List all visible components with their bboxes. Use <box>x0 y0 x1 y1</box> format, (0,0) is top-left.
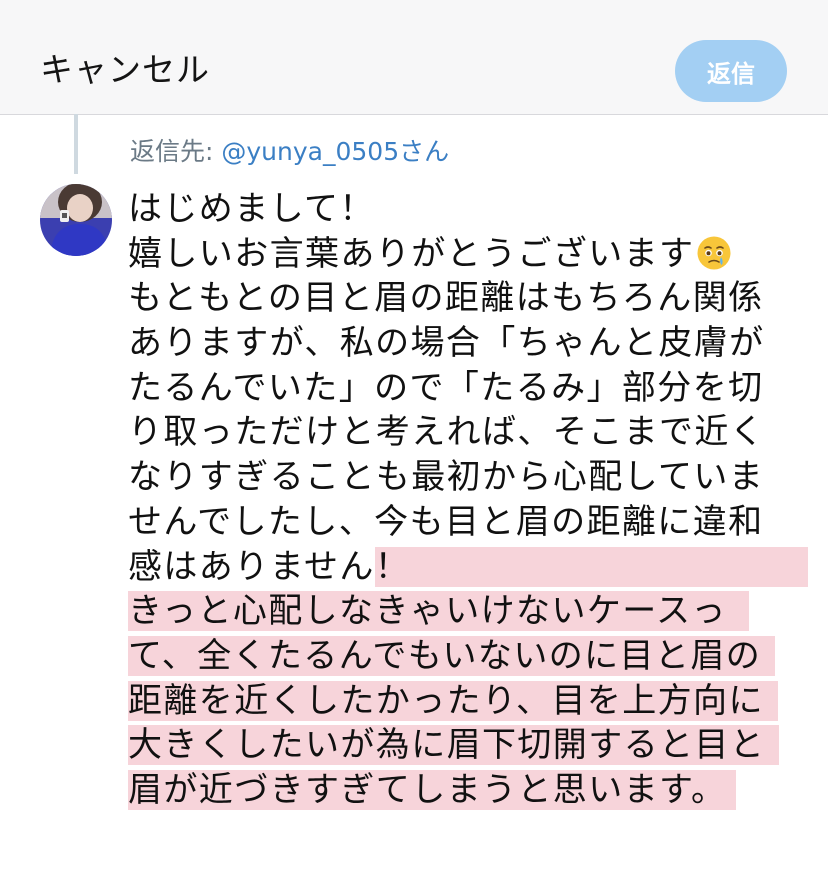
tweet-line: せんでしたし、今も目と眉の距離に違和 <box>128 501 764 542</box>
tweet-line: り取っただけと考えれば、そこまで近く <box>128 412 766 453</box>
reply-button[interactable]: 返信 <box>675 40 787 102</box>
tweet-line: もともとの目と眉の距離はもちろん関係 <box>128 278 764 319</box>
thread-connector-line <box>74 114 78 174</box>
reply-to-label: 返信先: @yunya_0505さん <box>130 135 449 169</box>
tweet-line-highlighted: きっと心配しなきゃいけないケースっ <box>128 589 788 634</box>
user-avatar-photo-icon <box>40 184 112 256</box>
highlighted-text: 大きくしたいが為に眉下切開すると目と <box>128 725 780 766</box>
face-holding-back-tears-emoji-icon <box>697 236 731 270</box>
tweet-text[interactable]: はじめまして！ 嬉しいお言葉ありがとうございます もともとの目と眉の距離はもちろ… <box>128 187 809 813</box>
tweet-line-highlighted: 眉が近づきすぎてしまうと思います。 <box>128 768 788 813</box>
highlighted-text: て、全くたるんでもいないのに目と眉の <box>128 635 776 676</box>
reply-to-handle-link[interactable]: @yunya_0505さん <box>221 137 449 166</box>
highlighted-text: 眉が近づきすぎてしまうと思います。 <box>128 769 737 810</box>
reply-to-prefix: 返信先: <box>130 137 222 166</box>
tweet-text-highlighted: ！ <box>374 546 809 587</box>
tweet-line: ありますが、私の場合「ちゃんと皮膚が <box>128 323 765 364</box>
tweet-line: たるんでいた」ので「たるみ」部分を切 <box>128 367 764 408</box>
highlighted-text: きっと心配しなきゃいけないケースっ <box>128 591 749 632</box>
tweet-line-partial-highlight: 感はありません！ <box>128 545 809 590</box>
compose-header: キャンセル 返信 <box>0 0 828 115</box>
tweet-line-highlighted: 大きくしたいが為に眉下切開すると目と <box>128 723 788 768</box>
tweet-line-highlighted: 距離を近くしたかったり、目を上方向に <box>128 679 788 724</box>
tweet-line: なりすぎることも最初から心配していま <box>128 457 765 498</box>
avatar[interactable] <box>40 184 112 256</box>
tweet-line-with-emoji: 嬉しいお言葉ありがとうございます <box>128 232 788 277</box>
tweet-line: はじめまして！ <box>128 189 375 229</box>
tweet-text-plain: 感はありません <box>128 546 375 587</box>
tweet-line-highlighted: て、全くたるんでもいないのに目と眉の <box>128 634 788 679</box>
tweet-line-text: 嬉しいお言葉ありがとうございます <box>128 233 695 274</box>
cancel-button[interactable]: キャンセル <box>40 50 210 90</box>
highlighted-text: 距離を近くしたかったり、目を上方向に <box>128 680 778 721</box>
